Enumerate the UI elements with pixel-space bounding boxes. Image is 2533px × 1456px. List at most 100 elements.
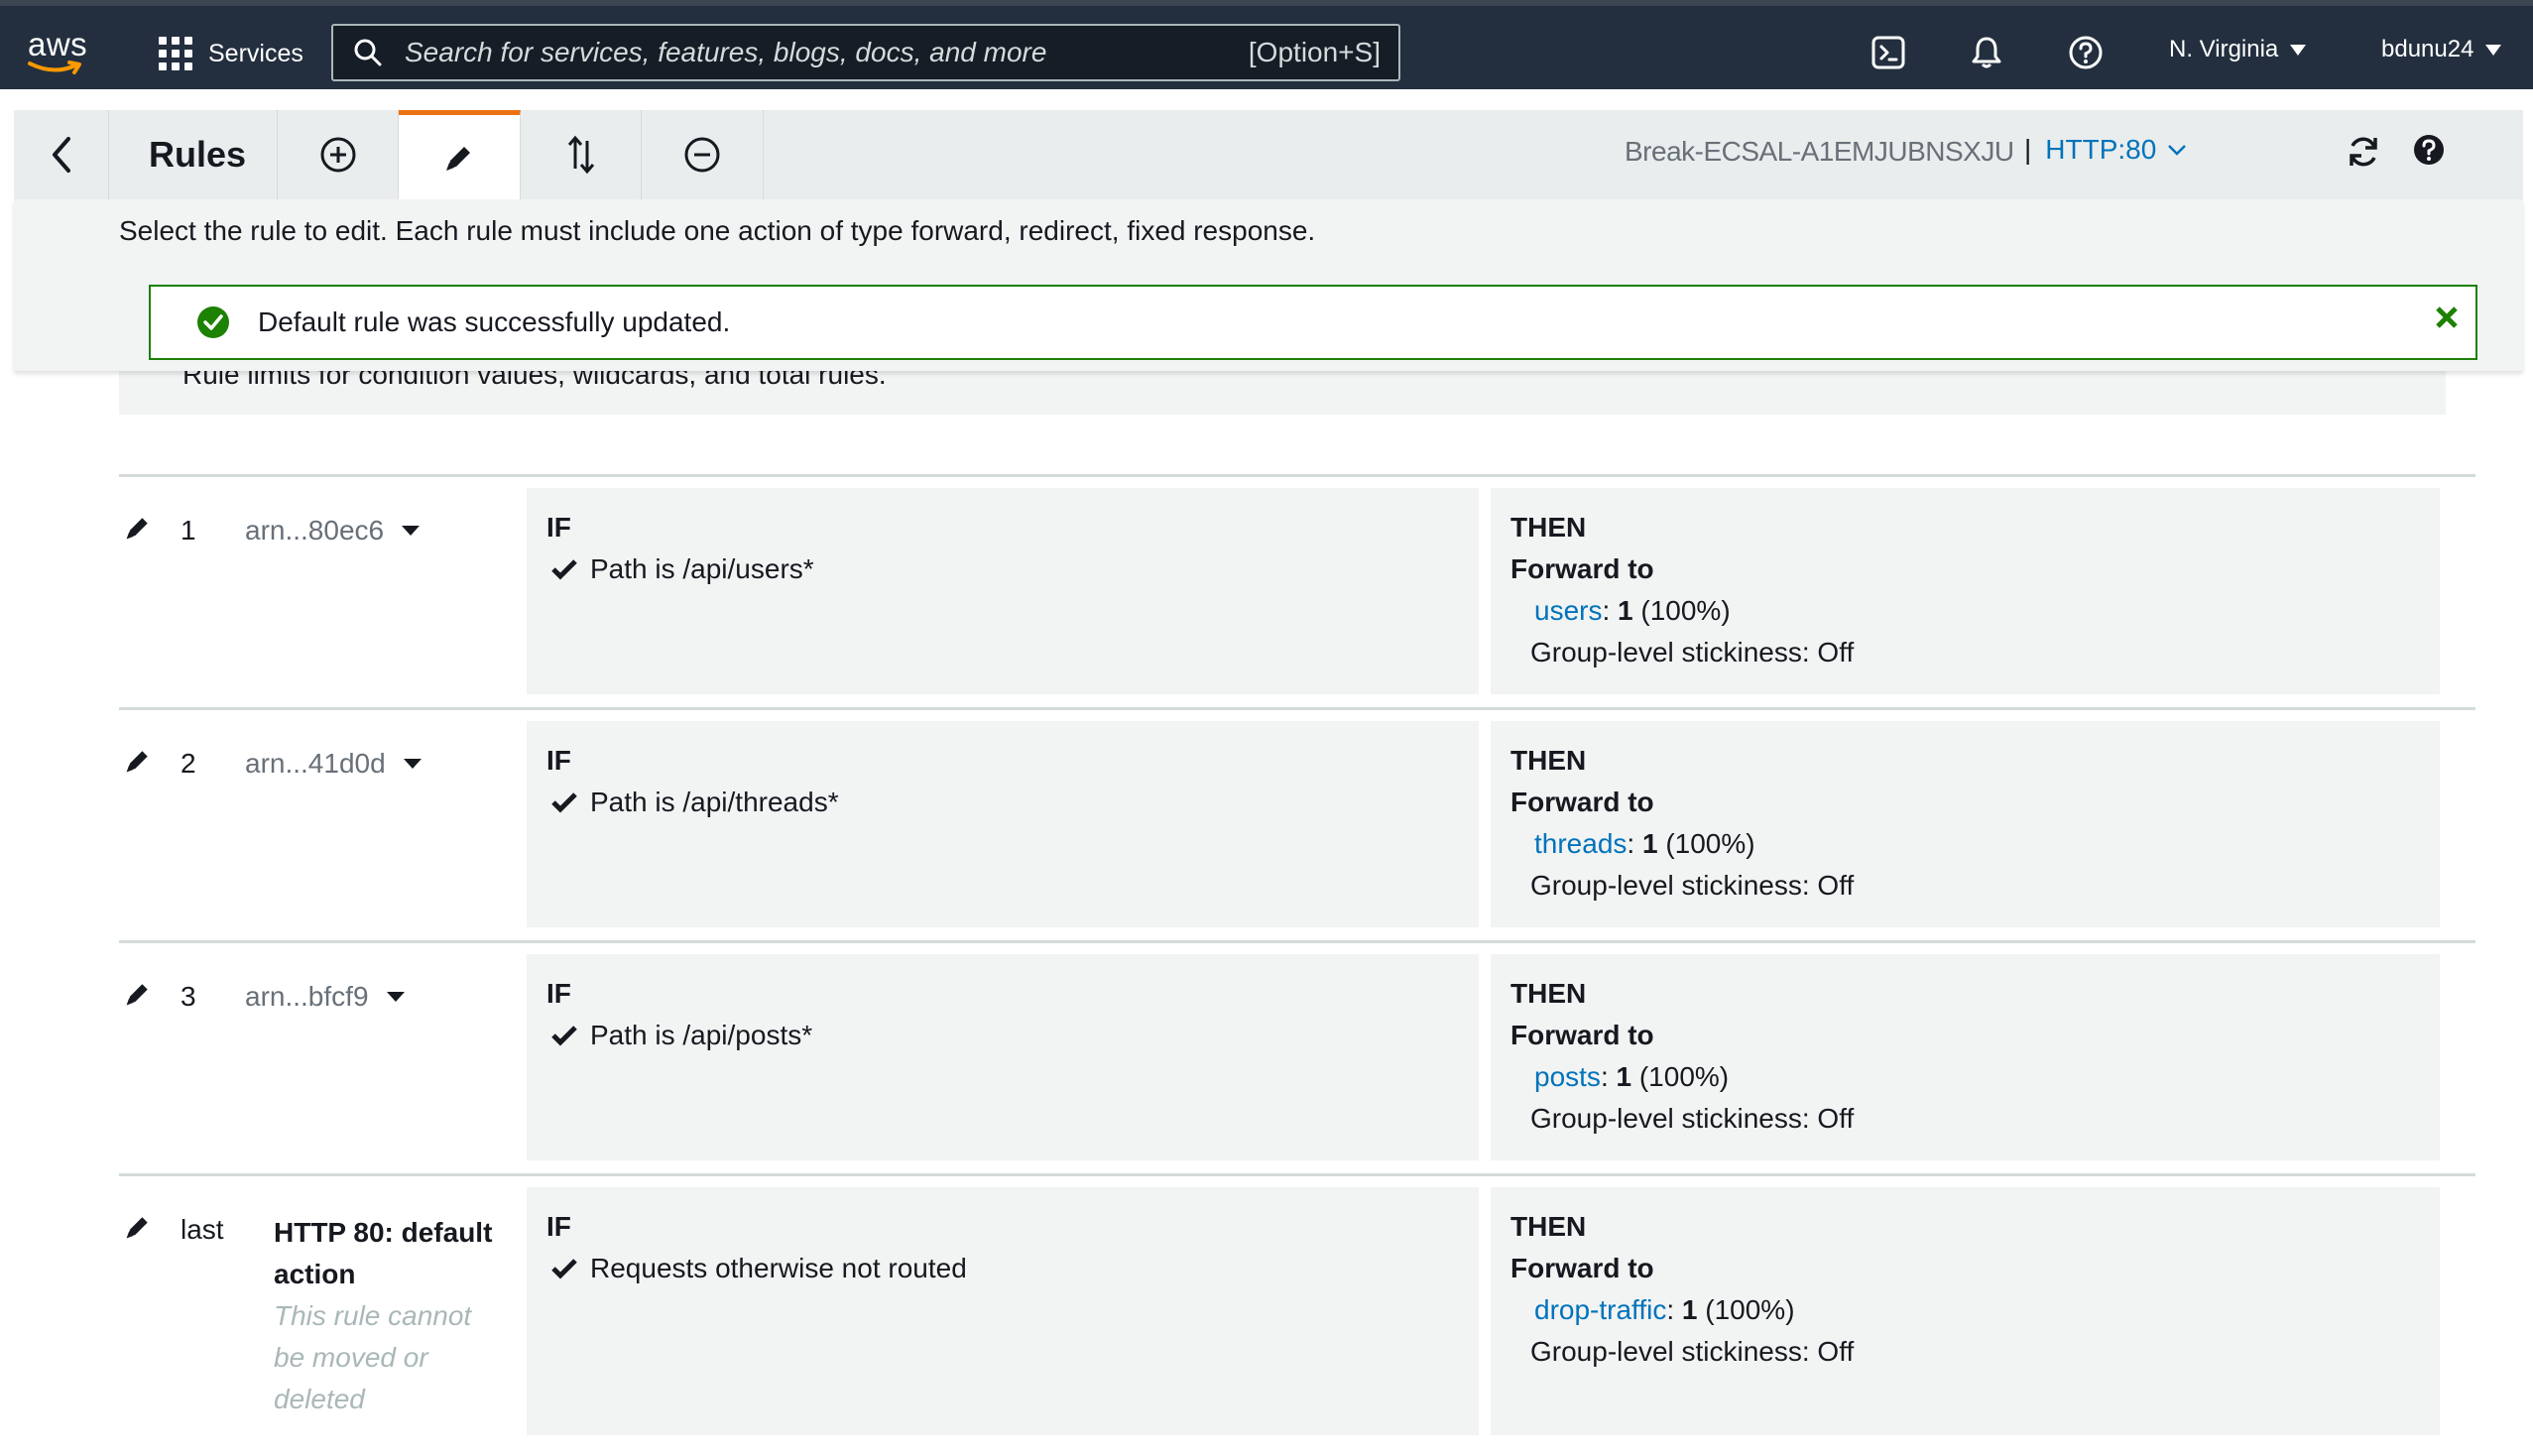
checkmark-icon [551,792,577,813]
checkmark-icon [551,1026,577,1046]
search-shortcut-hint: [Option+S] [1248,37,1381,67]
action-type: Forward to [1510,553,1654,584]
checkmark-icon [551,1259,577,1279]
listener-selector[interactable]: | HTTP:80 [2024,134,2188,166]
caret-down-icon [386,992,405,1002]
listener-label: HTTP:80 [2045,134,2157,165]
target-group-link[interactable]: drop-traffic [1534,1294,1666,1325]
delete-rule-button[interactable] [642,110,764,199]
help-circle-icon[interactable] [2412,133,2446,167]
instruction-text: Select the rule to edit. Each rule must … [119,215,1316,246]
page-title: Rules [109,110,278,199]
caret-down-icon [2290,44,2307,56]
stickiness: Group-level stickiness: Off [1530,637,1855,667]
then-label: THEN [1510,978,1587,1009]
rule-limits-text: Rule limits for condition values, wildca… [182,371,887,390]
services-label: Services [208,39,303,67]
target-group: drop-traffic: 1 (100%) [1534,1294,1795,1325]
rule-actions: THEN Forward to threads: 1 (100%) Group-… [1491,721,2440,927]
rule-actions: THEN Forward to posts: 1 (100%) Group-le… [1491,954,2440,1160]
default-rule-name: HTTP 80: default action [274,1217,493,1289]
close-icon[interactable] [2434,304,2460,330]
caret-down-icon [403,759,422,769]
account-menu[interactable]: bdunu24 [2381,36,2502,63]
chevron-down-icon [2168,145,2187,156]
condition: Path is /api/posts* [550,1020,812,1051]
then-label: THEN [1510,512,1587,543]
rule-arn: arn...41d0d [245,748,386,779]
target-weight: 1 [1681,1294,1698,1325]
target-weight: 1 [1618,595,1633,626]
target-weight: 1 [1616,1061,1632,1092]
pencil-icon [446,146,470,171]
region-label: N. Virginia [2169,36,2279,62]
search-icon [354,39,382,66]
target-group: threads: 1 (100%) [1534,828,1755,859]
rule-conditions: IF Requests otherwise not routed [527,1187,1479,1435]
global-search-bar[interactable]: [Option+S] [331,24,1400,81]
rule-arn: arn...bfcf9 [245,981,369,1012]
load-balancer-name: Break-ECSAL-A1EMJUBNSXJU [1625,136,2014,167]
rules-list: 1 arn...80ec6 IF Path is /api/users* THE… [119,474,2475,1435]
minus-circle-icon [684,137,720,173]
then-label: THEN [1510,1211,1587,1242]
back-button[interactable] [14,110,109,199]
rule-actions: THEN Forward to users: 1 (100%) Group-le… [1491,488,2440,694]
separator: | [2024,134,2032,165]
condition-text: Path is /api/posts* [590,1020,813,1050]
cloudshell-icon[interactable] [1870,35,1906,70]
condition-text: Path is /api/threads* [590,787,839,817]
rules-toolbar: Rules Break-ECSAL-A1EMJUBNSXJU | HTTP:80 [14,110,2523,200]
username-label: bdunu24 [2381,36,2474,62]
reorder-rules-button[interactable] [521,110,642,199]
target-group-link[interactable]: users [1534,595,1602,626]
pencil-icon[interactable] [123,1212,153,1242]
rule-limits-info: Rule limits for condition values, wildca… [119,371,2446,415]
caret-down-icon [402,526,421,536]
if-label: IF [546,1211,571,1242]
condition: Requests otherwise not routed [550,1253,967,1284]
action-type: Forward to [1510,1253,1654,1283]
refresh-icon[interactable] [2346,134,2381,170]
alert-message: Default rule was successfully updated. [258,306,731,337]
target-percent: (100%) [1638,1061,1730,1092]
rule-arn-dropdown[interactable]: arn...bfcf9 [245,981,405,1013]
condition-text: Path is /api/users* [590,553,814,584]
rule-arn: arn...80ec6 [245,515,385,546]
if-label: IF [546,512,571,543]
add-rule-button[interactable] [278,110,399,199]
rule-conditions: IF Path is /api/threads* [527,721,1479,927]
pencil-icon[interactable] [123,746,153,776]
region-selector[interactable]: N. Virginia [2169,36,2307,63]
target-group-link[interactable]: threads [1534,828,1627,859]
target-group: users: 1 (100%) [1534,595,1731,626]
rule-row: 1 arn...80ec6 IF Path is /api/users* THE… [119,474,2475,707]
aws-logo[interactable]: aws [26,26,95,79]
help-icon[interactable] [2068,35,2104,70]
rule-priority: 3 [181,981,196,1012]
caret-down-icon [2485,44,2502,56]
success-check-icon [197,306,229,338]
services-menu-button[interactable]: Services [159,34,303,73]
condition-text: Requests otherwise not routed [590,1253,967,1283]
action-type: Forward to [1510,787,1654,817]
edit-rules-tab[interactable] [399,110,521,199]
pencil-icon[interactable] [123,979,153,1009]
rule-conditions: IF Path is /api/users* [527,488,1479,694]
rule-arn-dropdown[interactable]: arn...41d0d [245,748,422,780]
bell-icon[interactable] [1969,35,2004,70]
target-group-link[interactable]: posts [1534,1061,1601,1092]
rule-arn-dropdown[interactable]: arn...80ec6 [245,515,421,546]
top-navigation-bar: aws Services [Option+S] N. Virginia [0,0,2533,89]
stickiness: Group-level stickiness: Off [1530,870,1855,901]
chevron-left-icon [52,137,70,173]
target-group: posts: 1 (100%) [1534,1061,1730,1092]
rule-row: 2 arn...41d0d IF Path is /api/threads* T… [119,707,2475,940]
pencil-icon[interactable] [123,513,153,543]
then-label: THEN [1510,745,1587,776]
if-label: IF [546,745,571,776]
search-input[interactable] [403,36,1249,69]
info-panel: Select the rule to edit. Each rule must … [14,199,2523,371]
rule-row: 3 arn...bfcf9 IF Path is /api/posts* THE… [119,940,2475,1173]
plus-circle-icon [320,137,355,173]
